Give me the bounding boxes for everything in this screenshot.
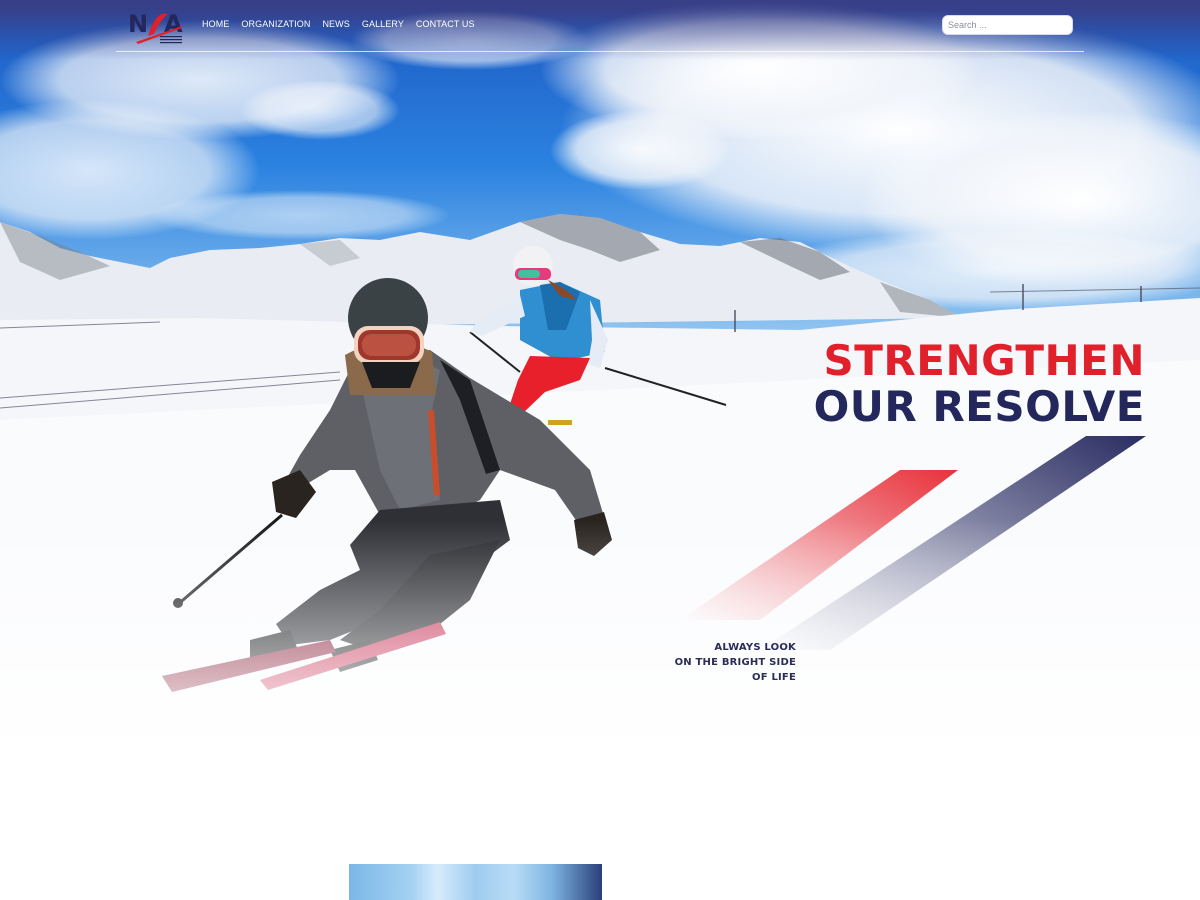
hero-tagline: ALWAYS LOOK ON THE BRIGHT SIDE OF LIFE — [640, 640, 796, 685]
nav-contact-us[interactable]: CONTACT US — [416, 19, 475, 29]
brand-logo[interactable]: N A — [126, 6, 188, 46]
nsa-logo-icon: N A — [128, 10, 183, 44]
headline-line-1: STRENGTHEN — [823, 336, 1145, 385]
nav-home[interactable]: HOME — [202, 19, 229, 29]
tagline-line: ALWAYS LOOK — [714, 642, 796, 653]
tagline-line: OF LIFE — [752, 672, 796, 683]
nav-gallery[interactable]: GALLERY — [362, 19, 404, 29]
main-menu: HOME ORGANIZATION NEWS GALLERY CONTACT U… — [202, 19, 487, 29]
svg-text:N: N — [128, 10, 148, 38]
nav-divider — [116, 51, 1084, 52]
nav-news[interactable]: NEWS — [322, 19, 349, 29]
top-navigation: N A HOME ORGANIZATION NEWS GALLERY CONTA… — [0, 0, 1200, 52]
nav-organization[interactable]: ORGANIZATION — [241, 19, 310, 29]
headline-line-2: OUR RESOLVE — [813, 382, 1145, 431]
search-input[interactable] — [942, 15, 1073, 35]
content-preview-image — [349, 864, 602, 900]
tagline-line: ON THE BRIGHT SIDE — [674, 657, 796, 668]
hero-headline: STRENGTHEN OUR RESOLVE — [814, 338, 1145, 430]
